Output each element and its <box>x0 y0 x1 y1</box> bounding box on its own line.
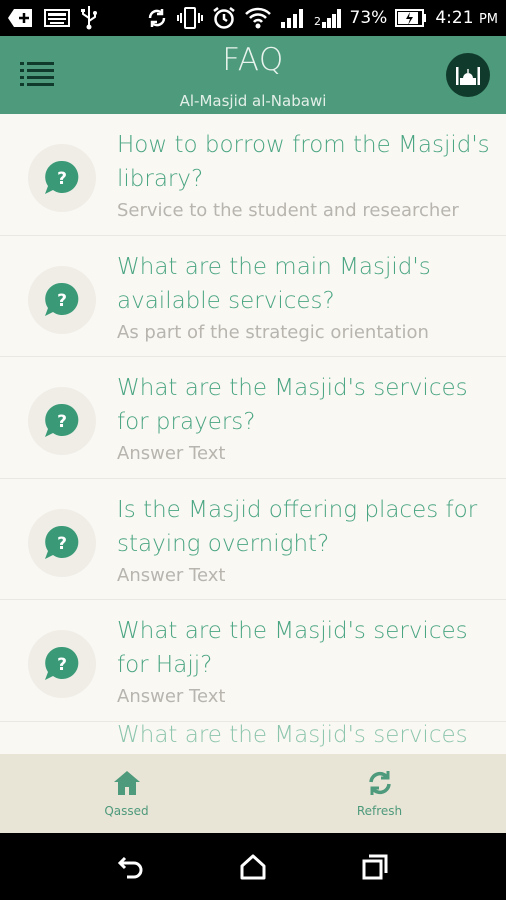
wifi-icon <box>244 6 272 30</box>
refresh-icon <box>368 770 391 795</box>
alarm-icon <box>212 6 236 30</box>
app-bar: FAQ Al-Masjid al-Nabawi <box>0 36 506 114</box>
recent-apps-button[interactable] <box>355 847 395 887</box>
clock-suffix: PM <box>478 12 498 27</box>
page-title: FAQ <box>222 42 284 78</box>
recent-apps-icon <box>362 854 388 879</box>
signal-icon <box>280 8 306 28</box>
vibrate-icon <box>176 7 204 29</box>
faq-question: What are the Masjid's services for praye… <box>117 375 468 435</box>
svg-text:2: 2 <box>314 15 321 28</box>
faq-question: What are the Masjid's services for <box>117 721 468 748</box>
signal-2-icon: 2 <box>314 8 342 28</box>
home-icon <box>113 770 140 795</box>
usb-icon <box>80 6 98 30</box>
page-subtitle: Al-Masjid al-Nabawi <box>179 92 327 110</box>
faq-subtitle: Answer Text <box>117 564 226 586</box>
tab-refresh[interactable]: Refresh <box>253 754 506 833</box>
keyboard-icon <box>44 9 70 27</box>
status-bar: 2 73% 4:21 PM <box>0 0 506 36</box>
mosque-icon <box>456 67 480 85</box>
add-notification-icon <box>8 9 34 27</box>
faq-item[interactable]: ? What are the Masjid's services for Haj… <box>0 600 506 722</box>
svg-text:?: ? <box>57 169 67 189</box>
sync-icon <box>146 7 168 29</box>
faq-subtitle: Answer Text <box>117 686 226 707</box>
question-chat-icon: ? <box>28 387 96 455</box>
faq-question: What are the main Masjid's available ser… <box>117 253 431 314</box>
battery-percent: 73% <box>349 8 388 28</box>
question-chat-icon: ? <box>28 265 96 334</box>
battery-charging-icon <box>395 9 427 27</box>
svg-text:?: ? <box>57 534 67 554</box>
tab-label: Refresh <box>356 803 403 818</box>
faq-list: ? How to borrow from the Masjid's librar… <box>0 114 506 754</box>
faq-question: What are the Masjid's services for Hajj? <box>117 618 468 678</box>
faq-item[interactable]: ? What are the Masjid's services for pra… <box>0 357 506 479</box>
faq-question: How to borrow from the Masjid's library? <box>117 132 490 192</box>
svg-text:?: ? <box>57 412 67 432</box>
question-chat-icon: ? <box>28 144 96 212</box>
home-button[interactable] <box>233 847 273 887</box>
faq-item[interactable]: ? How to borrow from the Masjid's librar… <box>0 114 506 236</box>
faq-subtitle: Answer Text <box>117 443 226 464</box>
question-chat-icon: ? <box>28 630 96 698</box>
faq-item[interactable]: ? What are the main Masjid's available s… <box>0 236 506 357</box>
back-icon <box>117 856 143 878</box>
tab-label: Qassed <box>104 803 149 818</box>
back-button[interactable] <box>111 847 151 887</box>
faq-subtitle: Service to the student and researcher <box>117 200 459 221</box>
faq-subtitle: As part of the strategic orientation <box>117 321 429 343</box>
mosque-logo-button[interactable] <box>446 53 490 97</box>
svg-text:?: ? <box>57 655 67 675</box>
home-outline-icon <box>240 854 266 879</box>
faq-item[interactable]: What are the Masjid's services for <box>0 722 506 755</box>
system-nav-bar <box>0 833 506 900</box>
clock-time: 4:21 PM <box>435 8 498 28</box>
question-chat-icon: ? <box>28 508 96 577</box>
tab-qassed[interactable]: Qassed <box>0 754 253 833</box>
bottom-tab-bar: Qassed Refresh <box>0 754 506 833</box>
faq-item[interactable]: ? Is the Masjid offering places for stay… <box>0 479 506 600</box>
faq-question: Is the Masjid offering places for stayin… <box>117 496 478 557</box>
svg-text:?: ? <box>57 291 67 311</box>
